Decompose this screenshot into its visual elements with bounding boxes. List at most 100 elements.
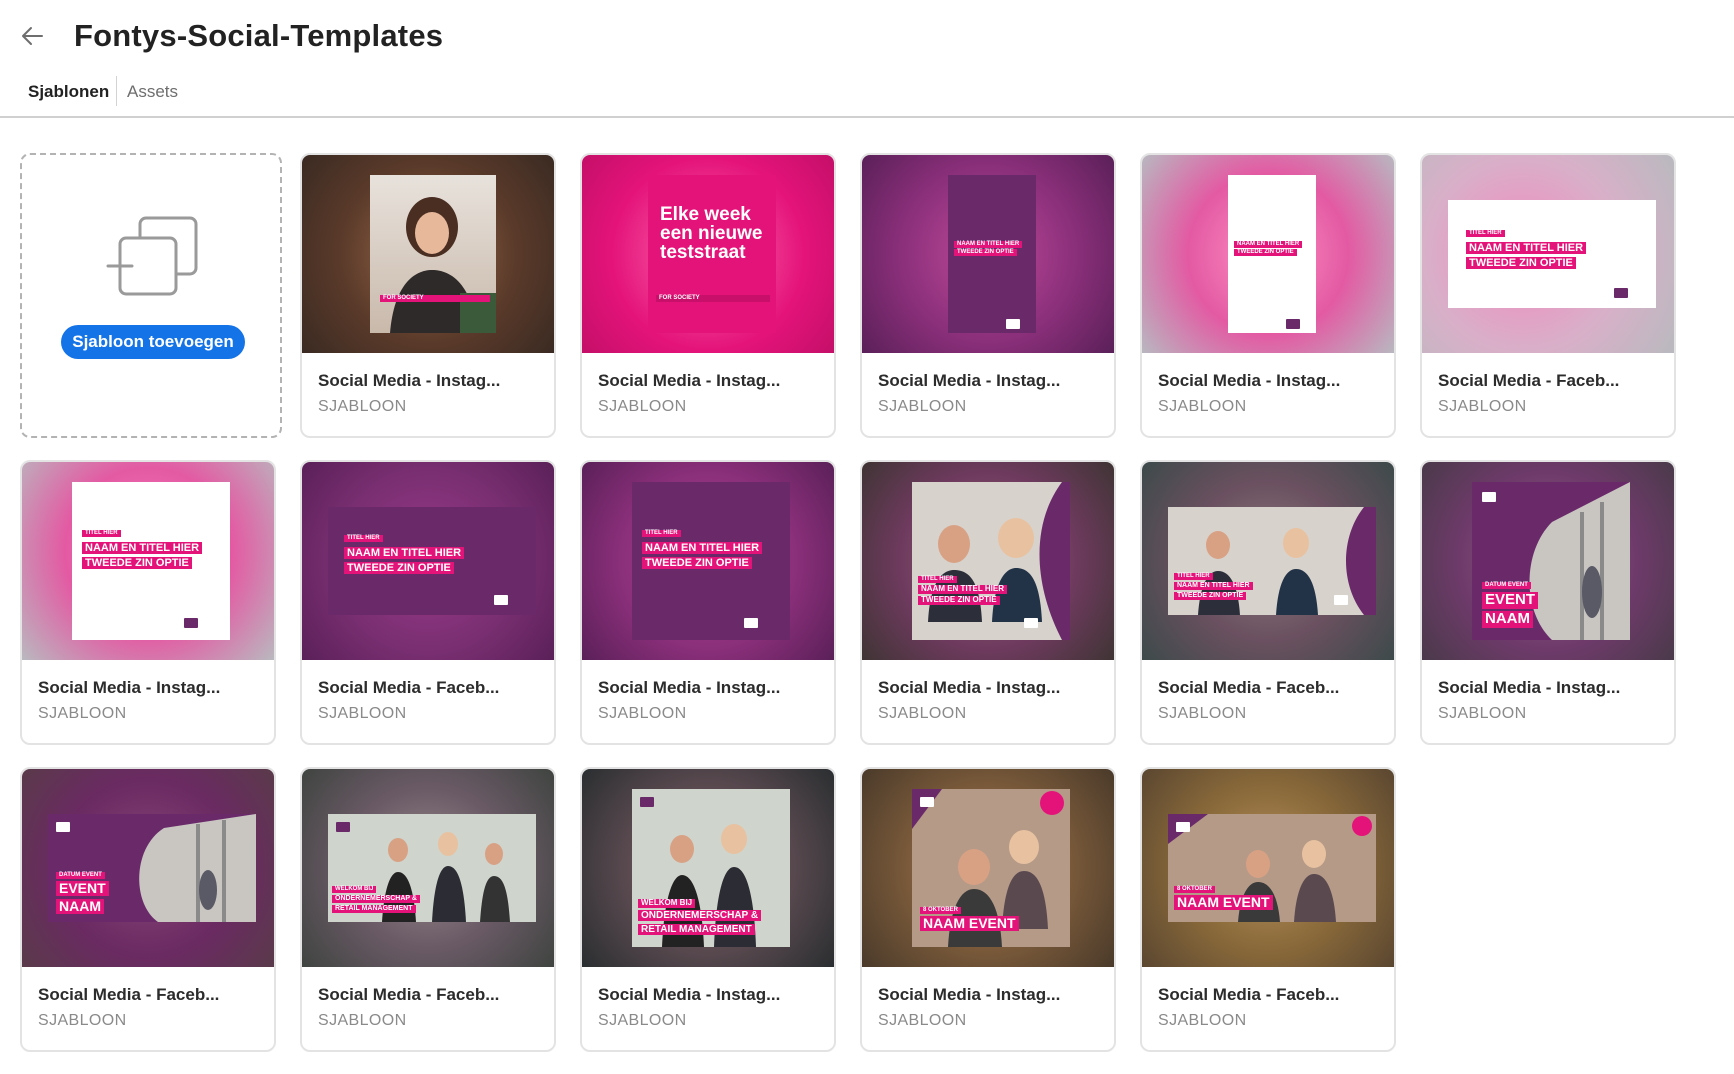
ribbon-small: TITEL HIER: [344, 535, 383, 542]
fontys-logo: [494, 595, 508, 605]
ribbon-line-2: NAAM: [1482, 610, 1533, 628]
ribbon-small: WELKOM BIJ: [638, 898, 696, 908]
ribbon-line-1: NAAM EN TITEL HIER: [1234, 241, 1303, 248]
card-type: SJABLOON: [598, 1012, 687, 1029]
template-card[interactable]: TITEL HIER NAAM EN TITEL HIER TWEEDE ZIN…: [860, 460, 1116, 745]
post-preview: DATUM EVENT EVENT NAAM: [48, 814, 256, 922]
template-thumbnail: NAAM EN TITEL HIER TWEEDE ZIN OPTIE: [862, 155, 1114, 353]
template-thumbnail: Elke week een nieuwe teststraat FOR SOCI…: [582, 155, 834, 353]
template-card[interactable]: DATUM EVENT EVENT NAAM Social Media - Fa…: [20, 767, 276, 1052]
template-card[interactable]: NAAM EN TITEL HIER TWEEDE ZIN OPTIE Soci…: [860, 153, 1116, 438]
fontys-logo: [640, 797, 654, 807]
template-card[interactable]: 8 OKTOBER NAAM EVENT Social Media - Face…: [1140, 767, 1396, 1052]
post-preview: TITEL HIER NAAM EN TITEL HIER TWEEDE ZIN…: [328, 507, 536, 615]
add-template-card[interactable]: Sjabloon toevoegen: [20, 153, 282, 438]
post-preview: WELKOM BIJ ONDERNEMERSCHAP & RETAIL MANA…: [632, 789, 790, 947]
tab-divider: [116, 76, 117, 106]
fontys-logo: [1024, 618, 1038, 628]
template-thumbnail: FOR SOCIETY: [302, 155, 554, 353]
ribbon-small: 8 OKTOBER: [920, 907, 961, 914]
ribbon-line-1: EVENT: [1482, 591, 1539, 609]
tab-assets[interactable]: Assets: [127, 82, 178, 102]
post-preview: NAAM EN TITEL HIER TWEEDE ZIN OPTIE: [948, 175, 1036, 333]
post-preview: TITEL HIER NAAM EN TITEL HIER TWEEDE ZIN…: [1168, 507, 1376, 615]
ribbon-line-2: TWEEDE ZIN OPTIE: [344, 562, 454, 575]
ribbon-small: TITEL HIER: [1466, 230, 1505, 237]
template-card[interactable]: Elke week een nieuwe teststraat FOR SOCI…: [580, 153, 836, 438]
ribbon-line-2: NAAM: [56, 898, 104, 915]
fontys-logo: [336, 822, 350, 832]
fontys-logo: [920, 797, 934, 807]
template-card[interactable]: TITEL HIER NAAM EN TITEL HIER TWEEDE ZIN…: [580, 460, 836, 745]
ribbon-label: FOR SOCIETY: [656, 295, 770, 302]
card-type: SJABLOON: [318, 1012, 407, 1029]
template-thumbnail: DATUM EVENT EVENT NAAM: [1422, 462, 1674, 660]
ribbon-line-1: NAAM EN TITEL HIER: [1466, 242, 1587, 255]
ribbon-line-1: NAAM EN TITEL HIER: [954, 241, 1023, 248]
arrow-left-icon[interactable]: [18, 22, 46, 50]
template-card[interactable]: WELKOM BIJ ONDERNEMERSCHAP & RETAIL MANA…: [580, 767, 836, 1052]
ribbon-line-2: RETAIL MANAGEMENT: [638, 924, 755, 935]
card-title: Social Media - Instag...: [878, 371, 1061, 390]
page-header: Fontys-Social-Templates: [0, 0, 1734, 80]
fontys-logo: [1614, 288, 1628, 298]
ribbon-line-1: NAAM EN TITEL HIER: [82, 542, 203, 555]
template-card[interactable]: NAAM EN TITEL HIER TWEEDE ZIN OPTIE Soci…: [1140, 153, 1396, 438]
card-title: Social Media - Instag...: [598, 371, 781, 390]
headline-text: Elke week een nieuwe teststraat: [660, 204, 763, 263]
card-type: SJABLOON: [1158, 1012, 1247, 1029]
ribbon-line-2: TWEEDE ZIN OPTIE: [82, 557, 192, 570]
card-title: Social Media - Instag...: [598, 985, 781, 1004]
card-type: SJABLOON: [318, 398, 407, 415]
template-card[interactable]: TITEL HIER NAAM EN TITEL HIER TWEEDE ZIN…: [20, 460, 276, 745]
ribbon-line-2: TWEEDE ZIN OPTIE: [1174, 592, 1247, 600]
card-type: SJABLOON: [598, 398, 687, 415]
card-title: Social Media - Instag...: [38, 678, 221, 697]
ribbon-line-1: EVENT: [56, 880, 109, 897]
students-photo: [912, 482, 1062, 640]
card-title: Social Media - Instag...: [1158, 371, 1341, 390]
ribbon-line-1: NAAM EN TITEL HIER: [642, 542, 763, 555]
card-type: SJABLOON: [878, 705, 967, 722]
template-card[interactable]: WELKOM BIJ ONDERNEMERSCHAP & RETAIL MANA…: [300, 767, 556, 1052]
page-title: Fontys-Social-Templates: [74, 18, 444, 53]
post-preview: TITEL HIER NAAM EN TITEL HIER TWEEDE ZIN…: [912, 482, 1070, 640]
card-type: SJABLOON: [38, 705, 127, 722]
template-thumbnail: WELKOM BIJ ONDERNEMERSCHAP & RETAIL MANA…: [582, 769, 834, 967]
card-title: Social Media - Faceb...: [318, 985, 500, 1004]
fontys-logo: [1286, 319, 1300, 329]
post-preview: Elke week een nieuwe teststraat FOR SOCI…: [648, 175, 776, 333]
fontys-logo: [184, 618, 198, 628]
card-type: SJABLOON: [1438, 398, 1527, 415]
ribbon-line-2: RETAIL MANAGEMENT: [332, 905, 416, 913]
ribbon-line-1: NAAM EN TITEL HIER: [1174, 582, 1253, 590]
post-preview: FOR SOCIETY: [370, 175, 496, 333]
tab-bar: Sjablonen Assets: [0, 76, 1734, 118]
fontys-logo: [1176, 822, 1190, 832]
template-card[interactable]: FOR SOCIETY Social Media - Instag... SJA…: [300, 153, 556, 438]
ribbon-small: TITEL HIER: [1174, 573, 1213, 580]
card-type: SJABLOON: [598, 705, 687, 722]
post-preview: DATUM EVENT EVENT NAAM: [1472, 482, 1630, 640]
fontys-logo: [744, 618, 758, 628]
template-card[interactable]: TITEL HIER NAAM EN TITEL HIER TWEEDE ZIN…: [300, 460, 556, 745]
fontys-logo: [1334, 595, 1348, 605]
ribbon-line-1: NAAM EN TITEL HIER: [918, 584, 1007, 594]
template-thumbnail: TITEL HIER NAAM EN TITEL HIER TWEEDE ZIN…: [302, 462, 554, 660]
post-preview: 8 OKTOBER NAAM EVENT: [1168, 814, 1376, 922]
post-preview: TITEL HIER NAAM EN TITEL HIER TWEEDE ZIN…: [632, 482, 790, 640]
template-card[interactable]: TITEL HIER NAAM EN TITEL HIER TWEEDE ZIN…: [1140, 460, 1396, 745]
card-title: Social Media - Instag...: [878, 678, 1061, 697]
tab-sjablonen[interactable]: Sjablonen: [28, 82, 109, 102]
template-thumbnail: TITEL HIER NAAM EN TITEL HIER TWEEDE ZIN…: [1422, 155, 1674, 353]
template-card[interactable]: 8 OKTOBER NAAM EVENT Social Media - Inst…: [860, 767, 1116, 1052]
ribbon-line-1: ONDERNEMERSCHAP &: [332, 895, 420, 903]
ribbon-small: 8 OKTOBER: [1174, 886, 1215, 893]
add-template-button[interactable]: Sjabloon toevoegen: [61, 325, 245, 359]
ribbon-small: TITEL HIER: [82, 530, 121, 537]
card-type: SJABLOON: [1158, 705, 1247, 722]
card-type: SJABLOON: [318, 705, 407, 722]
template-card[interactable]: DATUM EVENT EVENT NAAM Social Media - In…: [1420, 460, 1676, 745]
template-card[interactable]: TITEL HIER NAAM EN TITEL HIER TWEEDE ZIN…: [1420, 153, 1676, 438]
ribbon-small: DATUM EVENT: [1482, 582, 1531, 589]
